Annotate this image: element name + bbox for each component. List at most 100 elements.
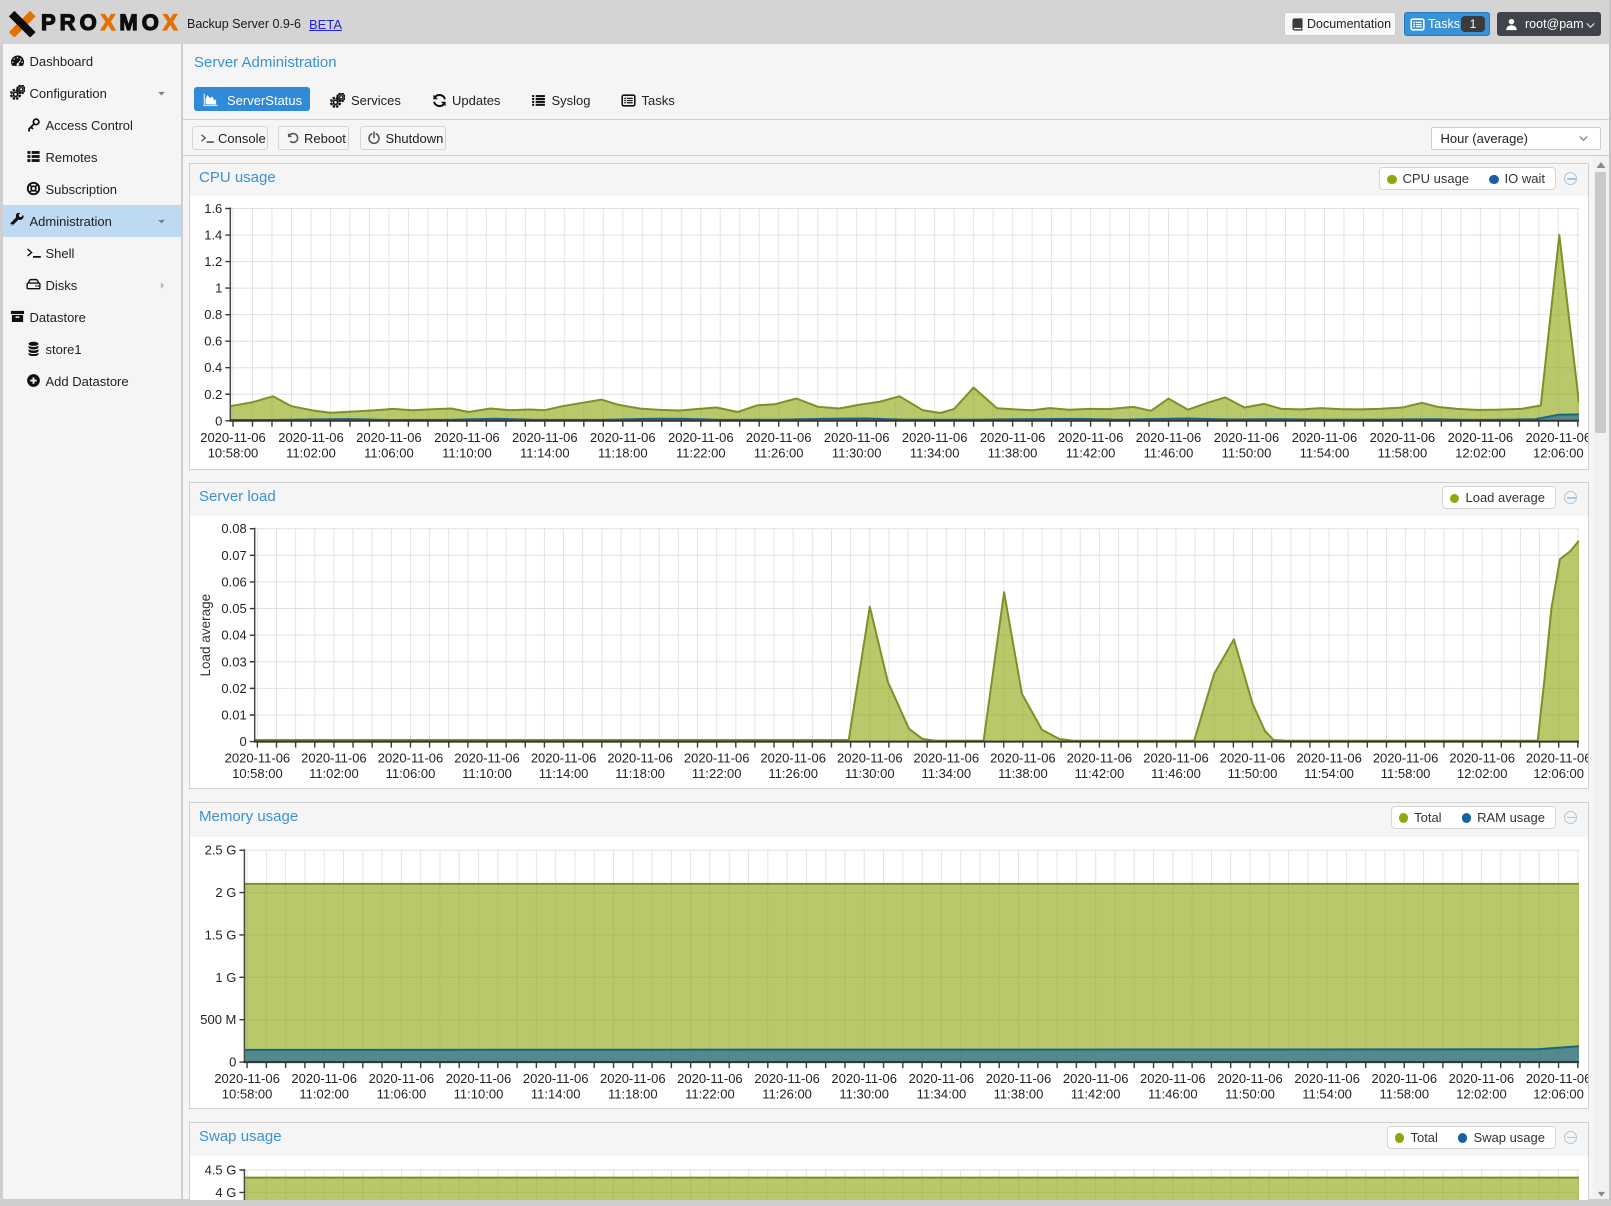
svg-text:2020-11-06: 2020-11-06 bbox=[1373, 751, 1439, 766]
svg-text:2020-11-06: 2020-11-06 bbox=[914, 751, 980, 766]
svg-text:500 M: 500 M bbox=[200, 1012, 236, 1027]
svg-text:11:02:00: 11:02:00 bbox=[309, 766, 359, 781]
svg-text:2.5 G: 2.5 G bbox=[205, 842, 237, 857]
svg-text:11:22:00: 11:22:00 bbox=[685, 1086, 735, 1101]
svg-text:0.02: 0.02 bbox=[221, 681, 246, 696]
svg-text:12:06:00: 12:06:00 bbox=[1533, 445, 1584, 460]
svg-text:11:42:00: 11:42:00 bbox=[1066, 445, 1116, 460]
svg-text:1: 1 bbox=[215, 280, 222, 295]
svg-text:0.6: 0.6 bbox=[204, 333, 222, 348]
svg-text:11:46:00: 11:46:00 bbox=[1144, 445, 1194, 460]
svg-text:11:50:00: 11:50:00 bbox=[1225, 1086, 1275, 1101]
svg-text:2020-11-06: 2020-11-06 bbox=[446, 1071, 512, 1086]
svg-text:11:38:00: 11:38:00 bbox=[998, 766, 1048, 781]
svg-text:2020-11-06: 2020-11-06 bbox=[607, 751, 673, 766]
svg-text:12:06:00: 12:06:00 bbox=[1533, 766, 1584, 781]
svg-text:11:06:00: 11:06:00 bbox=[377, 1086, 427, 1101]
svg-text:2020-11-06: 2020-11-06 bbox=[356, 429, 422, 444]
svg-text:11:10:00: 11:10:00 bbox=[454, 1086, 504, 1101]
svg-text:1.4: 1.4 bbox=[204, 227, 222, 242]
svg-text:2020-11-06: 2020-11-06 bbox=[1526, 1071, 1588, 1086]
svg-text:10:58:00: 10:58:00 bbox=[208, 445, 259, 460]
svg-text:11:14:00: 11:14:00 bbox=[520, 445, 570, 460]
svg-text:2020-11-06: 2020-11-06 bbox=[1214, 429, 1280, 444]
svg-text:0.03: 0.03 bbox=[221, 654, 246, 669]
svg-text:2020-11-06: 2020-11-06 bbox=[831, 1071, 897, 1086]
svg-text:0: 0 bbox=[215, 413, 222, 428]
svg-text:2 G: 2 G bbox=[215, 885, 236, 900]
svg-text:4 G: 4 G bbox=[215, 1184, 236, 1199]
svg-text:2020-11-06: 2020-11-06 bbox=[986, 1071, 1052, 1086]
svg-text:1 G: 1 G bbox=[215, 969, 236, 984]
svg-text:0.04: 0.04 bbox=[221, 628, 246, 643]
svg-text:2020-11-06: 2020-11-06 bbox=[378, 751, 444, 766]
svg-text:2020-11-06: 2020-11-06 bbox=[754, 1071, 820, 1086]
svg-text:2020-11-06: 2020-11-06 bbox=[824, 429, 890, 444]
svg-text:2020-11-06: 2020-11-06 bbox=[512, 429, 578, 444]
svg-text:2020-11-06: 2020-11-06 bbox=[1449, 1071, 1515, 1086]
svg-text:11:38:00: 11:38:00 bbox=[994, 1086, 1044, 1101]
svg-text:2020-11-06: 2020-11-06 bbox=[1058, 429, 1124, 444]
svg-text:11:14:00: 11:14:00 bbox=[539, 766, 589, 781]
svg-text:11:18:00: 11:18:00 bbox=[608, 1086, 658, 1101]
svg-text:2020-11-06: 2020-11-06 bbox=[278, 429, 344, 444]
svg-text:2020-11-06: 2020-11-06 bbox=[1143, 751, 1209, 766]
svg-text:0.07: 0.07 bbox=[221, 548, 246, 563]
svg-text:2020-11-06: 2020-11-06 bbox=[980, 429, 1046, 444]
svg-text:11:34:00: 11:34:00 bbox=[917, 1086, 967, 1101]
svg-text:2020-11-06: 2020-11-06 bbox=[1526, 429, 1588, 444]
svg-text:2020-11-06: 2020-11-06 bbox=[837, 751, 903, 766]
svg-text:2020-11-06: 2020-11-06 bbox=[1136, 429, 1202, 444]
svg-text:12:06:00: 12:06:00 bbox=[1533, 1086, 1584, 1101]
svg-text:11:46:00: 11:46:00 bbox=[1148, 1086, 1198, 1101]
svg-text:11:58:00: 11:58:00 bbox=[1381, 766, 1431, 781]
svg-text:11:34:00: 11:34:00 bbox=[910, 445, 960, 460]
svg-text:2020-11-06: 2020-11-06 bbox=[523, 1071, 589, 1086]
svg-text:11:22:00: 11:22:00 bbox=[692, 766, 742, 781]
svg-text:2020-11-06: 2020-11-06 bbox=[1449, 751, 1515, 766]
svg-text:0.05: 0.05 bbox=[221, 601, 246, 616]
svg-text:0.06: 0.06 bbox=[221, 574, 246, 589]
svg-text:11:50:00: 11:50:00 bbox=[1222, 445, 1272, 460]
svg-text:11:54:00: 11:54:00 bbox=[1302, 1086, 1352, 1101]
svg-text:11:58:00: 11:58:00 bbox=[1378, 445, 1428, 460]
svg-text:11:30:00: 11:30:00 bbox=[845, 766, 895, 781]
svg-text:12:02:00: 12:02:00 bbox=[1457, 766, 1508, 781]
svg-text:2020-11-06: 2020-11-06 bbox=[1067, 751, 1133, 766]
svg-text:0: 0 bbox=[229, 1054, 236, 1069]
svg-text:2020-11-06: 2020-11-06 bbox=[214, 1071, 280, 1086]
svg-text:11:18:00: 11:18:00 bbox=[598, 445, 648, 460]
svg-text:11:50:00: 11:50:00 bbox=[1228, 766, 1278, 781]
svg-text:11:06:00: 11:06:00 bbox=[386, 766, 436, 781]
svg-text:2020-11-06: 2020-11-06 bbox=[369, 1071, 435, 1086]
svg-text:11:30:00: 11:30:00 bbox=[832, 445, 882, 460]
svg-text:12:02:00: 12:02:00 bbox=[1456, 1086, 1507, 1101]
svg-text:2020-11-06: 2020-11-06 bbox=[1292, 429, 1358, 444]
svg-text:0: 0 bbox=[239, 734, 246, 749]
svg-text:2020-11-06: 2020-11-06 bbox=[454, 751, 520, 766]
svg-text:2020-11-06: 2020-11-06 bbox=[200, 429, 266, 444]
svg-text:2020-11-06: 2020-11-06 bbox=[1217, 1071, 1283, 1086]
svg-text:11:46:00: 11:46:00 bbox=[1151, 766, 1201, 781]
svg-text:2020-11-06: 2020-11-06 bbox=[909, 1071, 975, 1086]
svg-text:0.2: 0.2 bbox=[204, 386, 222, 401]
svg-text:2020-11-06: 2020-11-06 bbox=[1140, 1071, 1206, 1086]
svg-text:2020-11-06: 2020-11-06 bbox=[291, 1071, 357, 1086]
svg-text:11:30:00: 11:30:00 bbox=[839, 1086, 889, 1101]
svg-text:11:22:00: 11:22:00 bbox=[676, 445, 726, 460]
svg-text:2020-11-06: 2020-11-06 bbox=[590, 429, 656, 444]
svg-text:11:06:00: 11:06:00 bbox=[364, 445, 414, 460]
svg-text:11:38:00: 11:38:00 bbox=[988, 445, 1038, 460]
svg-text:2020-11-06: 2020-11-06 bbox=[225, 751, 291, 766]
svg-text:2020-11-06: 2020-11-06 bbox=[301, 751, 367, 766]
svg-text:2020-11-06: 2020-11-06 bbox=[902, 429, 968, 444]
svg-text:11:18:00: 11:18:00 bbox=[615, 766, 665, 781]
svg-text:2020-11-06: 2020-11-06 bbox=[760, 751, 826, 766]
svg-text:2020-11-06: 2020-11-06 bbox=[684, 751, 750, 766]
svg-text:2020-11-06: 2020-11-06 bbox=[990, 751, 1056, 766]
svg-text:11:10:00: 11:10:00 bbox=[442, 445, 492, 460]
svg-text:11:42:00: 11:42:00 bbox=[1071, 1086, 1121, 1101]
svg-text:1.2: 1.2 bbox=[204, 254, 222, 269]
svg-text:0.8: 0.8 bbox=[204, 307, 222, 322]
svg-text:10:58:00: 10:58:00 bbox=[222, 1086, 273, 1101]
